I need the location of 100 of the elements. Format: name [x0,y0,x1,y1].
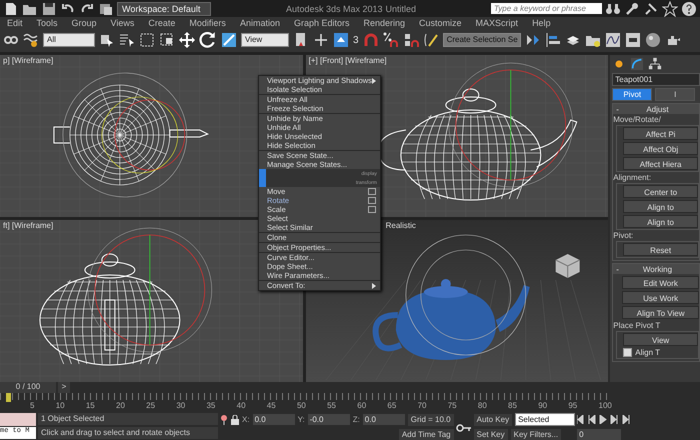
coordinate-dropdown[interactable]: View [241,33,289,47]
tick-label: 95 [568,401,578,410]
object-name-field[interactable]: Teapot001 [612,73,700,86]
rollout-title: Adjust [645,104,670,114]
menu-item[interactable]: Views [104,18,142,28]
coordinate-field[interactable]: 0.0 [252,414,295,425]
mirror-icon[interactable] [524,32,541,48]
menu-item[interactable]: Tools [30,18,65,28]
key-filters-button[interactable]: Key Filters... [510,428,562,440]
key-mode-dropdown[interactable]: Selected [515,413,576,426]
tick-label: 85 [508,401,517,410]
panel-button[interactable]: Reset [623,243,698,256]
align-icon[interactable] [544,32,561,48]
viewport-label[interactable]: Realistic [386,221,416,230]
rotate-icon[interactable] [199,31,217,49]
add-time-tag-button[interactable]: Add Time Tag [398,428,454,440]
rectangle-selection-icon[interactable] [139,32,155,48]
scale-icon[interactable] [221,32,237,48]
panel-button[interactable]: Affect Pi [623,127,698,140]
menu-item[interactable]: Animation [232,18,287,28]
panel-tab[interactable]: I [655,88,696,101]
menu-item[interactable]: Graph Editors [286,18,356,28]
window-crossing-icon[interactable] [159,32,175,48]
panel-button[interactable]: Align To View [622,306,699,319]
collapse-toggle[interactable]: - [616,264,619,274]
schematic-icon[interactable] [624,32,641,48]
next-frame-button[interactable]: > [58,382,70,393]
selection-status: 1 Object Selected [38,413,218,425]
edit-named-selection-icon[interactable] [422,32,439,48]
workspace-dropdown[interactable]: Workspace: Default [117,2,211,16]
viewport-label[interactable]: ft] [Wireframe] [3,221,54,230]
tick-label: 75 [448,401,457,410]
axis-icon[interactable] [313,32,329,48]
rollout-header[interactable]: - Working [613,264,699,274]
panel-button[interactable]: Affect Obj [623,142,698,155]
checkbox[interactable] [623,348,632,357]
star-icon[interactable] [662,0,678,16]
tick-label: 60 [357,401,366,410]
menu-item[interactable]: Group [64,18,104,28]
panel-button[interactable]: Align to [623,215,698,228]
tick-label: 80 [478,401,487,410]
current-frame-field[interactable]: 0 [577,429,622,440]
checkbox-label: Align T [635,348,660,357]
tick-label: 20 [116,401,125,410]
pin-icon[interactable] [220,414,228,424]
time-slider[interactable] [6,393,11,402]
tick-label: 50 [296,401,306,410]
spinner-snap-icon[interactable] [402,32,419,48]
save-icon[interactable] [41,0,57,16]
arc-icon[interactable] [630,57,644,71]
rollout-header[interactable]: - Adjust [613,104,699,114]
menu-item[interactable]: Rendering [356,18,412,28]
tick-label: 70 [418,401,426,410]
menu-item[interactable]: Help [525,18,558,28]
menu-item[interactable]: Modifiers [182,18,233,28]
lock-icon[interactable] [231,414,239,424]
panel-button[interactable]: Affect Hiera [623,157,698,170]
auto-key-button[interactable]: Auto Key [474,414,512,426]
named-selection-dropdown[interactable]: Create Selection Se [442,33,521,47]
menu-item[interactable]: Create [141,18,182,28]
viewport-label[interactable]: [+] [Front] [Wireframe] [308,56,387,65]
menu-item[interactable]: Customize [412,18,469,28]
hierarchy-icon[interactable] [648,57,662,71]
tick-label: 35 [206,401,216,410]
collapse-toggle[interactable]: - [616,104,619,114]
move-icon[interactable] [179,32,195,48]
panel-button[interactable]: Center to [623,185,698,198]
menu-item[interactable]: Edit [0,18,30,28]
axis-label: X: [242,415,250,424]
coordinate-field[interactable]: -0.0 [308,414,350,425]
select-object-icon[interactable] [99,32,115,48]
tick-label: 45 [266,401,276,410]
menu-item[interactable]: MAXScript [468,18,526,28]
manipulate-icon[interactable] [333,32,349,48]
panel-tab[interactable]: Pivot [612,88,652,101]
tick-label: 30 [176,401,186,410]
group-label: Place Pivot T [613,321,662,330]
help-icon[interactable] [681,0,698,16]
key-icon[interactable] [456,422,472,432]
set-key-button[interactable]: Set Key [474,428,508,440]
panel-button[interactable]: View [623,333,698,346]
viewcube-icon[interactable] [554,254,580,278]
tick-label: 15 [86,401,95,410]
panel-button[interactable]: Use Work [622,291,699,304]
panel-button[interactable]: Edit Work [622,276,699,289]
listener-field[interactable] [0,413,36,426]
coordinate-field[interactable]: 0.0 [362,414,405,425]
select-by-name-icon[interactable] [119,32,135,48]
selection-filter-dropdown[interactable]: All [43,33,95,47]
curve-editor-icon[interactable] [604,32,621,48]
panel-button[interactable]: Align to [623,200,698,213]
tick-label: 65 [387,401,396,410]
tick-label: 100 [598,401,612,410]
material-icon[interactable] [644,32,661,48]
frame-counter[interactable]: 0 / 100 [0,382,56,393]
viewport-label[interactable]: p] [Wireframe] [3,56,54,65]
wave-icon[interactable] [23,32,39,48]
wrench-icon[interactable] [624,0,640,16]
search-field[interactable]: Type a keyword or phrase [491,3,602,14]
percent-snap-icon[interactable] [382,32,399,48]
